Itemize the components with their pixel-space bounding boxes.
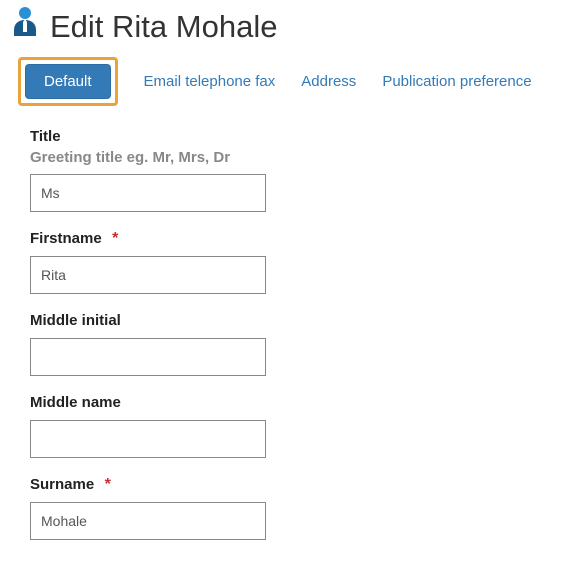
input-surname[interactable] (30, 502, 266, 540)
required-marker-surname: * (105, 476, 111, 493)
label-middle-name: Middle name (30, 394, 121, 411)
label-title: Title (30, 128, 564, 145)
tab-publication-preference[interactable]: Publication preference (382, 73, 531, 90)
required-marker-firstname: * (112, 230, 118, 247)
page-header: Edit Rita Mohale (10, 6, 564, 47)
form-default: Title Greeting title eg. Mr, Mrs, Dr Fir… (10, 128, 564, 540)
tabs-nav: Default Email telephone fax Address Publ… (10, 57, 564, 106)
field-firstname: Firstname * (30, 230, 564, 294)
field-middle-initial: Middle initial (30, 312, 564, 376)
input-middle-name[interactable] (30, 420, 266, 458)
highlight-frame: Default (18, 57, 118, 106)
label-firstname: Firstname (30, 230, 102, 247)
tab-address[interactable]: Address (301, 73, 356, 90)
label-middle-initial: Middle initial (30, 312, 121, 329)
input-title[interactable] (30, 174, 266, 212)
tab-email-telephone-fax[interactable]: Email telephone fax (144, 73, 276, 90)
label-surname: Surname (30, 476, 94, 493)
tab-default[interactable]: Default (25, 64, 111, 99)
field-surname: Surname * (30, 476, 564, 540)
field-title: Title Greeting title eg. Mr, Mrs, Dr (30, 128, 564, 212)
input-middle-initial[interactable] (30, 338, 266, 376)
person-icon (10, 6, 40, 47)
hint-title: Greeting title eg. Mr, Mrs, Dr (30, 149, 564, 166)
field-middle-name: Middle name (30, 394, 564, 458)
input-firstname[interactable] (30, 256, 266, 294)
page-title: Edit Rita Mohale (50, 9, 277, 45)
